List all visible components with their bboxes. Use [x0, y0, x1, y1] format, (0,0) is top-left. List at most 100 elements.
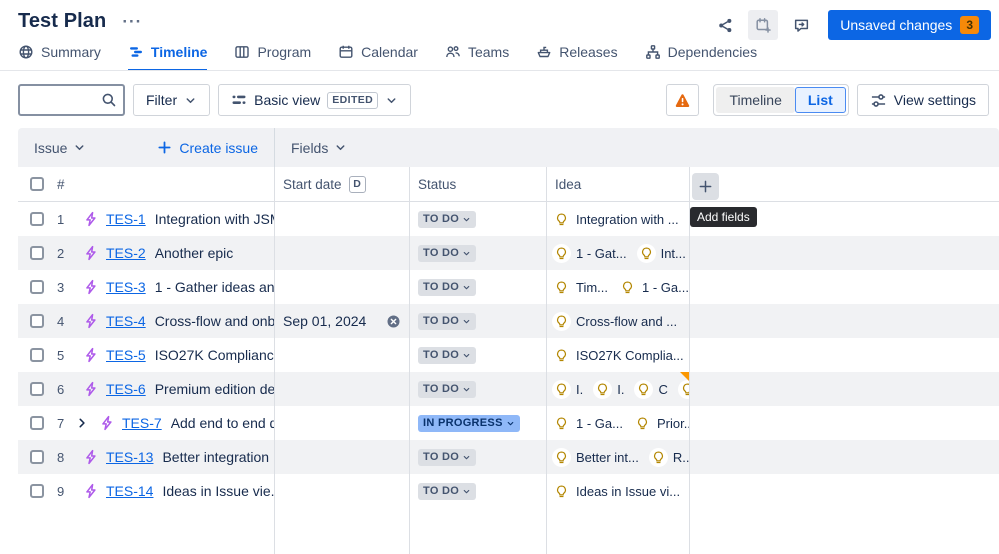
column-header-status[interactable]: Status — [410, 167, 547, 201]
table-row: 8TES-13Better integration ...TO DOBetter… — [18, 440, 999, 474]
tab-summary[interactable]: Summary — [18, 42, 101, 71]
idea-chip-list: Cross-flow and ... — [552, 312, 689, 331]
share-icon[interactable] — [710, 10, 740, 40]
issue-summary[interactable]: Another epic — [155, 245, 234, 261]
more-menu-icon[interactable]: ··· — [122, 13, 142, 30]
add-fields-button[interactable] — [692, 173, 719, 200]
start-date-cell[interactable] — [275, 474, 410, 508]
idea-chip[interactable]: I. — [552, 380, 583, 399]
status-dropdown[interactable]: TO DO — [418, 449, 476, 466]
fields-dropdown[interactable]: Fields — [291, 140, 347, 156]
start-date-cell[interactable] — [275, 338, 410, 372]
issue-key-link[interactable]: TES-14 — [106, 483, 153, 499]
idea-chip-label: 1 - Gat... — [576, 246, 627, 261]
select-all-checkbox[interactable] — [30, 177, 44, 191]
status-dropdown[interactable]: TO DO — [418, 347, 476, 364]
idea-chip[interactable]: R... — [649, 448, 689, 467]
status-dropdown[interactable]: TO DO — [418, 483, 476, 500]
issue-key-link[interactable]: TES-5 — [106, 347, 146, 363]
issue-summary[interactable]: ISO27K Complianc... — [155, 347, 274, 363]
issue-summary[interactable]: Cross-flow and onb... — [155, 313, 274, 329]
warnings-button[interactable] — [666, 84, 699, 116]
view-mode-timeline[interactable]: Timeline — [716, 87, 794, 113]
tab-teams[interactable]: Teams — [445, 42, 509, 71]
expander-icon[interactable] — [75, 416, 89, 430]
issue-key-link[interactable]: TES-6 — [106, 381, 146, 397]
tab-releases[interactable]: Releases — [536, 42, 617, 71]
tab-program[interactable]: Program — [234, 42, 311, 71]
start-date-cell[interactable] — [275, 202, 410, 236]
feedback-icon[interactable] — [786, 10, 816, 40]
idea-chip[interactable]: Cross-flow and ... — [552, 312, 677, 331]
view-settings-button[interactable]: View settings — [857, 84, 989, 116]
issue-key-link[interactable]: TES-1 — [106, 211, 146, 227]
row-checkbox[interactable] — [30, 280, 44, 294]
start-date-cell[interactable] — [275, 236, 410, 270]
view-mode-list[interactable]: List — [795, 87, 846, 113]
tab-timeline[interactable]: Timeline — [128, 42, 208, 71]
row-checkbox[interactable] — [30, 382, 44, 396]
start-date-cell[interactable] — [275, 406, 410, 440]
start-date-cell[interactable] — [275, 440, 410, 474]
create-issue-button[interactable]: Create issue — [157, 140, 258, 156]
issue-summary[interactable]: Premium edition dev — [155, 381, 274, 397]
unsaved-changes-button[interactable]: Unsaved changes 3 — [828, 10, 991, 40]
start-date-cell[interactable] — [275, 270, 410, 304]
column-header-idea[interactable]: Idea — [547, 167, 690, 201]
table-top-bar-left: Issue Create issue — [18, 128, 275, 167]
start-date-cell[interactable] — [275, 372, 410, 406]
status-dropdown[interactable]: TO DO — [418, 211, 476, 228]
tab-dependencies[interactable]: Dependencies — [645, 42, 758, 71]
saved-view-button[interactable]: Basic view EDITED — [218, 84, 411, 116]
issue-key-link[interactable]: TES-4 — [106, 313, 146, 329]
issue-summary[interactable]: Better integration ... — [162, 449, 274, 465]
unsaved-changes-label: Unsaved changes — [840, 17, 952, 33]
row-checkbox[interactable] — [30, 348, 44, 362]
issue-key-link[interactable]: TES-13 — [106, 449, 153, 465]
issue-key-link[interactable]: TES-7 — [122, 415, 162, 431]
idea-chip[interactable]: Int... — [637, 244, 686, 263]
status-dropdown[interactable]: TO DO — [418, 381, 476, 398]
idea-bulb-icon — [593, 380, 612, 399]
issue-summary[interactable]: Add end to end de... — [171, 415, 274, 431]
row-checkbox[interactable] — [30, 314, 44, 328]
idea-chip[interactable]: ISO27K Complia... — [552, 346, 684, 365]
issue-summary[interactable]: Ideas in Issue vie... — [162, 483, 274, 499]
issue-key-link[interactable]: TES-3 — [106, 279, 146, 295]
row-checkbox[interactable] — [30, 212, 44, 226]
column-header-start-date[interactable]: Start date D — [275, 167, 410, 201]
tab-calendar[interactable]: Calendar — [338, 42, 418, 71]
idea-chip[interactable]: C — [634, 380, 667, 399]
status-dropdown[interactable]: TO DO — [418, 279, 476, 296]
idea-chip[interactable]: Ideas in Issue vi... — [552, 482, 680, 501]
start-date-cell[interactable]: Sep 01, 2024 — [275, 304, 410, 338]
issue-group-dropdown[interactable]: Issue — [34, 140, 86, 156]
table-filler-row — [18, 508, 999, 554]
filter-button[interactable]: Filter — [133, 84, 210, 116]
idea-chip[interactable]: Tim... — [552, 278, 608, 297]
status-dropdown[interactable]: TO DO — [418, 313, 476, 330]
idea-chip[interactable]: Prior... — [633, 414, 689, 433]
row-checkbox[interactable] — [30, 484, 44, 498]
idea-chip[interactable] — [678, 380, 689, 399]
idea-chip[interactable]: Better int... — [552, 448, 639, 467]
issue-summary[interactable]: 1 - Gather ideas an... — [155, 279, 274, 295]
idea-chip[interactable]: I. — [593, 380, 624, 399]
calendar-add-icon[interactable] — [748, 10, 778, 40]
status-dropdown[interactable]: TO DO — [418, 245, 476, 262]
row-checkbox[interactable] — [30, 416, 44, 430]
issue-cell: 5TES-5ISO27K Complianc... — [18, 338, 275, 372]
idea-chip[interactable]: Integration with ... — [552, 210, 679, 229]
idea-chip[interactable]: 1 - Ga... — [552, 414, 623, 433]
issue-key-link[interactable]: TES-2 — [106, 245, 146, 261]
epic-icon — [83, 449, 99, 465]
row-checkbox[interactable] — [30, 450, 44, 464]
idea-chip[interactable]: 1 - Ga... — [618, 278, 689, 297]
idea-chip[interactable]: 1 - Gat... — [552, 244, 627, 263]
issue-summary[interactable]: Integration with JSM — [155, 211, 274, 227]
idea-chip-label: Integration with ... — [576, 212, 679, 227]
status-dropdown[interactable]: IN PROGRESS — [418, 415, 520, 432]
clear-date-icon[interactable] — [386, 314, 401, 329]
search-input[interactable] — [20, 92, 101, 108]
row-checkbox[interactable] — [30, 246, 44, 260]
